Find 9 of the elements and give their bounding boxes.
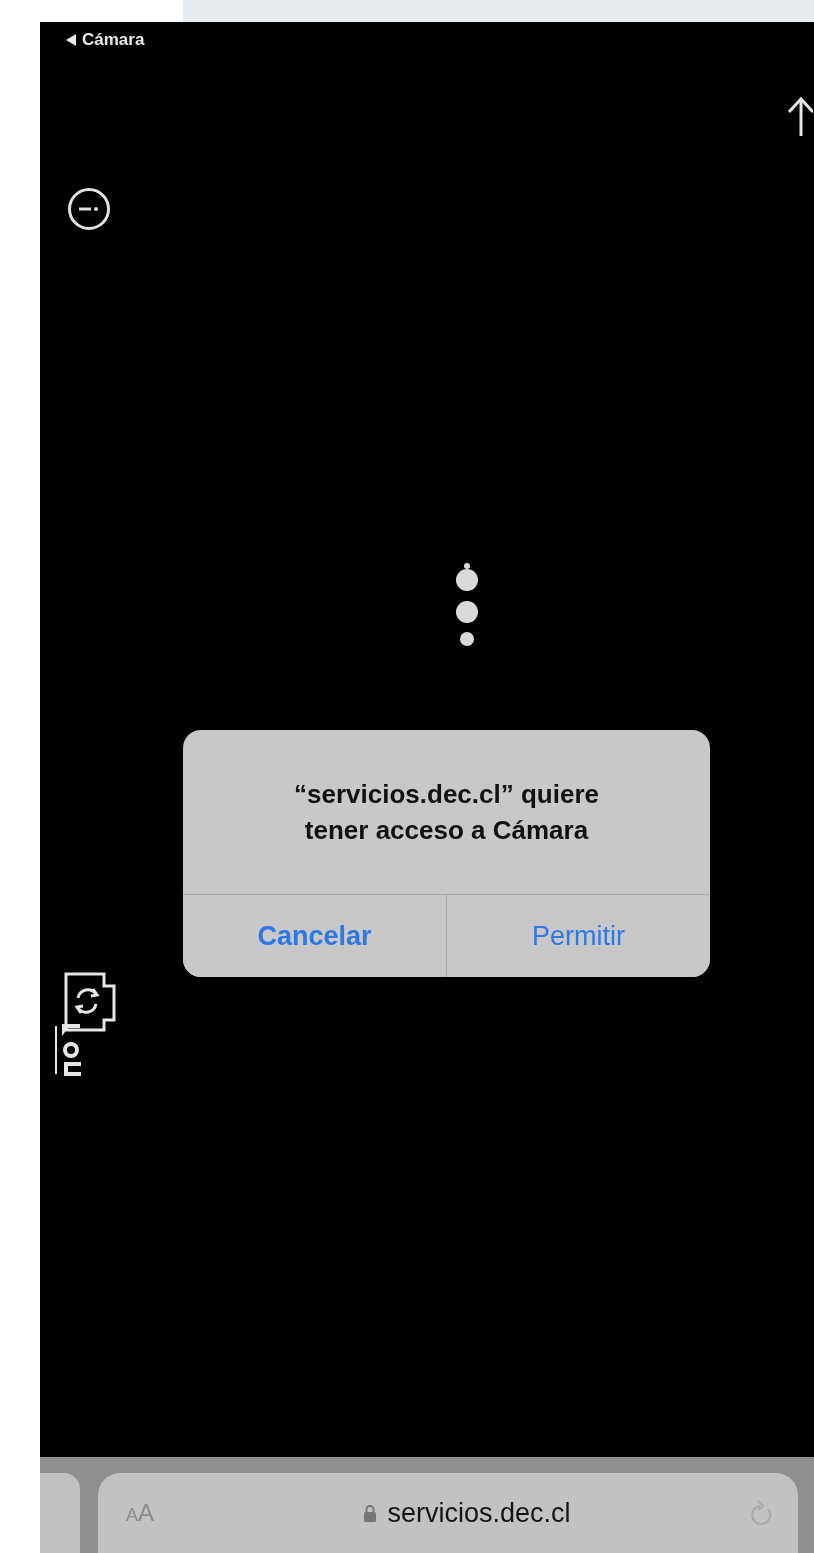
back-link[interactable]: Cámara [66,30,145,50]
lock-icon [363,1504,378,1522]
up-arrow-icon[interactable] [787,96,813,136]
dialog-message: “servicios.dec.cl” quiere tener acceso a Cámara [293,778,600,847]
url-text: servicios.dec.cl [387,1497,571,1529]
minus-circle-icon[interactable] [67,187,111,231]
back-triangle-icon [66,34,76,46]
back-label[interactable]: Cámara [82,30,145,50]
logo-icon [54,1022,82,1078]
